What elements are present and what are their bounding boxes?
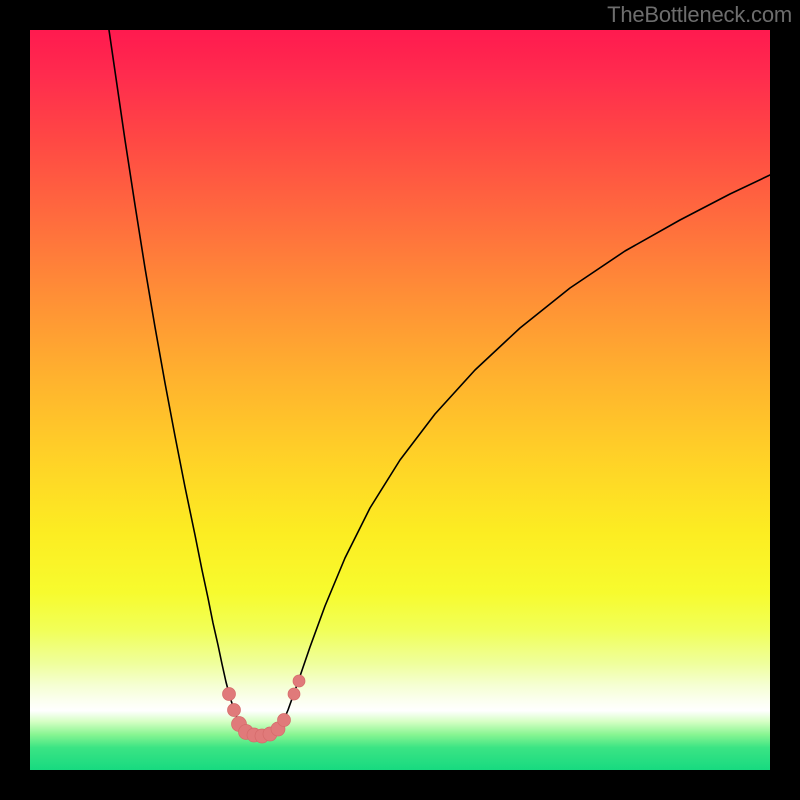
marker-dot (223, 688, 236, 701)
marker-group (223, 675, 306, 743)
chart-frame: TheBottleneck.com (0, 0, 800, 800)
watermark-text: TheBottleneck.com (607, 2, 792, 28)
curve-svg (30, 30, 770, 770)
marker-dot (278, 714, 291, 727)
marker-dot (228, 704, 241, 717)
marker-dot (293, 675, 305, 687)
bottleneck-curve (109, 30, 770, 736)
plot-area (30, 30, 770, 770)
marker-dot (288, 688, 300, 700)
